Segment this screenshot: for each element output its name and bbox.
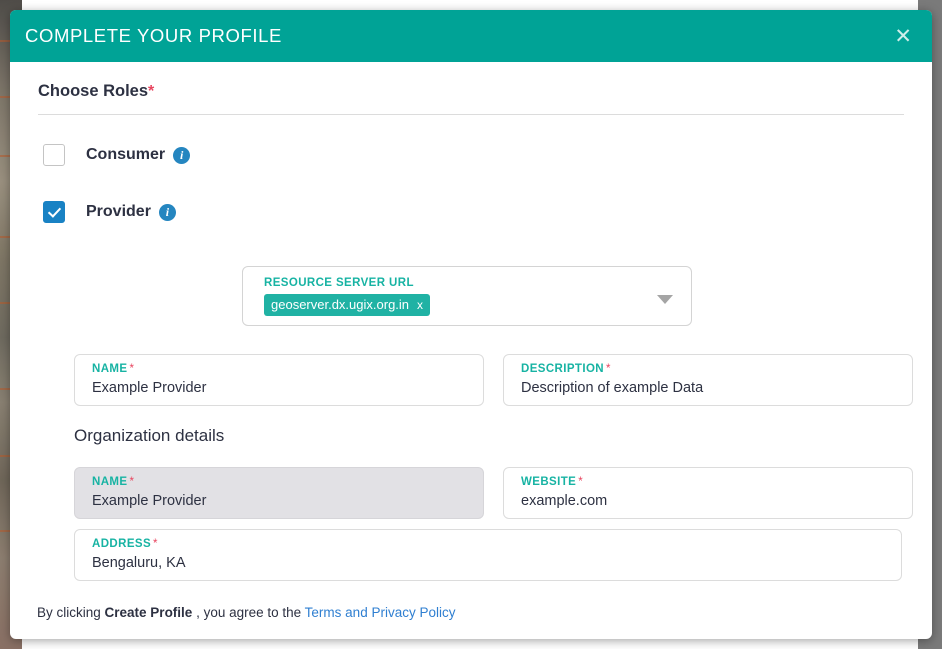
organization-website-required-asterisk: * (578, 476, 583, 488)
organization-website-label: WEBSITE* (521, 476, 583, 488)
organization-name-required-asterisk: * (129, 476, 134, 488)
provider-description-value: Description of example Data (521, 380, 703, 396)
organization-website-field[interactable]: WEBSITE* example.com (503, 467, 913, 519)
provider-info-icon[interactable]: i (159, 204, 176, 221)
section-divider (38, 114, 904, 115)
provider-label: Provider (86, 203, 151, 221)
dialog-title: COMPLETE YOUR PROFILE (25, 25, 282, 47)
remove-chip-icon[interactable]: x (417, 298, 423, 312)
terms-middle: , you agree to the (192, 605, 304, 620)
consumer-checkbox[interactable] (43, 144, 65, 166)
provider-checkbox[interactable] (43, 201, 65, 223)
close-icon[interactable]: ✕ (888, 22, 918, 51)
role-row-consumer: Consumer i (43, 137, 914, 173)
terms-and-privacy-policy-link[interactable]: Terms and Privacy Policy (305, 605, 456, 620)
organization-name-field[interactable]: NAME* Example Provider (74, 467, 484, 519)
resource-server-chip: geoserver.dx.ugix.org.in x (264, 294, 430, 316)
section-title: Choose Roles (38, 82, 148, 100)
provider-description-required-asterisk: * (606, 363, 611, 375)
organization-website-label-text: WEBSITE (521, 476, 576, 488)
chevron-down-icon[interactable] (657, 295, 673, 304)
organization-name-label: NAME* (92, 476, 134, 488)
organization-address-label-text: ADDRESS (92, 538, 151, 550)
organization-name-label-text: NAME (92, 476, 127, 488)
consumer-label: Consumer (86, 146, 165, 164)
organization-address-label: ADDRESS* (92, 538, 158, 550)
organization-website-value: example.com (521, 493, 607, 509)
terms-bold-action: Create Profile (105, 605, 193, 620)
choose-roles-section-header: Choose Roles* (28, 62, 914, 115)
provider-name-field[interactable]: NAME* Example Provider (74, 354, 484, 406)
organization-name-value: Example Provider (92, 493, 206, 509)
provider-name-required-asterisk: * (129, 363, 134, 375)
dialog-body: Choose Roles* Consumer i Provider i RESO… (10, 62, 932, 639)
provider-name-label: NAME* (92, 363, 134, 375)
consumer-info-icon[interactable]: i (173, 147, 190, 164)
provider-description-label-text: DESCRIPTION (521, 363, 604, 375)
terms-agreement-text: By clicking Create Profile , you agree t… (37, 605, 455, 620)
resource-server-url-select[interactable]: RESOURCE SERVER URL geoserver.dx.ugix.or… (242, 266, 692, 326)
provider-description-field[interactable]: DESCRIPTION* Description of example Data (503, 354, 913, 406)
dialog-header: COMPLETE YOUR PROFILE ✕ (10, 10, 932, 62)
resource-server-chip-label: geoserver.dx.ugix.org.in (271, 297, 409, 312)
terms-prefix: By clicking (37, 605, 105, 620)
required-asterisk: * (148, 83, 154, 100)
organization-address-field[interactable]: ADDRESS* Bengaluru, KA (74, 529, 902, 581)
complete-profile-dialog: COMPLETE YOUR PROFILE ✕ Choose Roles* Co… (10, 10, 932, 639)
organization-details-heading: Organization details (74, 426, 224, 446)
organization-address-required-asterisk: * (153, 538, 158, 550)
role-row-provider: Provider i (43, 194, 914, 230)
organization-address-value: Bengaluru, KA (92, 555, 186, 571)
provider-name-label-text: NAME (92, 363, 127, 375)
resource-server-url-label: RESOURCE SERVER URL (264, 277, 414, 289)
provider-name-value: Example Provider (92, 380, 206, 396)
provider-description-label: DESCRIPTION* (521, 363, 611, 375)
